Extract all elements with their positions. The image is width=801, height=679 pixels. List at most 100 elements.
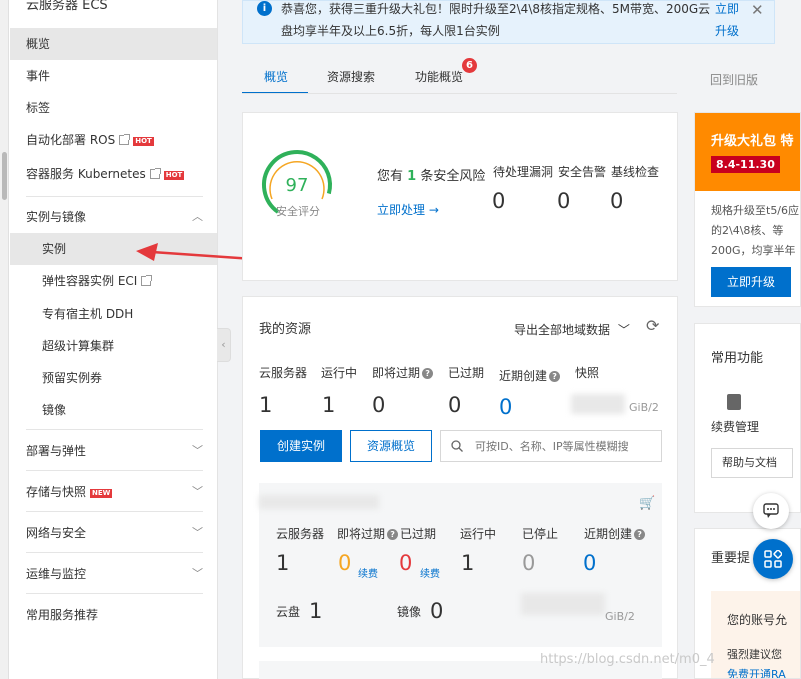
alert-value[interactable]: 0 [557,189,570,213]
sidebar-scrollbar[interactable] [0,0,9,679]
region-stopped-value[interactable]: 0 [522,551,535,575]
sidebar-item-reserved[interactable]: 预留实例券 [10,362,217,394]
promo-upgrade-button[interactable]: 立即升级 [711,267,791,297]
sidebar-item-overview[interactable]: 概览 [10,28,217,60]
security-score: 97 [285,175,309,196]
export-dropdown[interactable]: 导出全部地域数据 ﹀ [514,321,630,338]
sidebar-group-label: 实例与镜像 [26,210,87,224]
sidebar-item-scc[interactable]: 超级计算集群 [10,330,217,362]
tab-feature-overview[interactable]: 功能概览 [415,60,463,94]
region-disk-value[interactable]: 1 [309,599,322,623]
sidebar-item-ddh[interactable]: 专有宿主机 DDH [10,298,217,330]
res-running-value[interactable]: 1 [322,393,335,417]
help-icon[interactable]: ? [422,368,434,379]
search-input[interactable] [475,437,659,455]
sidebar-title: 云服务器 ECS [26,0,108,13]
security-score-label: 安全评分 [276,205,320,218]
apps-button[interactable] [753,539,793,579]
label-text: 即将过期 [372,366,421,380]
res-expiring-value[interactable]: 0 [372,393,385,417]
chat-button[interactable] [753,493,789,529]
label-text: 近期创建 [584,527,633,541]
blurred-value [521,593,605,615]
renew-link[interactable]: 续费 [420,565,440,580]
promo-card: 升级大礼包 特 8.4-11.30 规格升级至t5/6应的2\4\8核、等200… [694,112,801,307]
divider [26,196,203,197]
sidebar-collapse-handle[interactable]: ‹ [217,328,231,362]
help-icon[interactable]: ? [549,371,561,382]
region-recent-value[interactable]: 0 [583,551,596,575]
refresh-icon[interactable]: ⟳ [646,316,659,335]
tab-resource-search[interactable]: 资源搜索 [327,60,375,94]
reminder-line2: 强烈建议您 [727,648,782,661]
vuln-value[interactable]: 0 [492,189,505,213]
baseline-value[interactable]: 0 [610,189,623,213]
blurred-value [571,394,625,414]
res-expired-label: 已过期 [448,366,485,380]
close-icon[interactable]: ✕ [751,1,764,19]
region-image-value[interactable]: 0 [430,599,443,623]
chevron-down-icon: ﹀ [192,526,203,539]
sidebar-group-deploy[interactable]: 部署与弹性 ﹀ [10,435,217,467]
res-ecs-value[interactable]: 1 [259,393,272,417]
sidebar-item-label: 概览 [26,37,51,51]
sidebar-item-events[interactable]: 事件 [10,60,217,92]
search-box[interactable] [440,430,662,462]
sidebar-group-label: 运维与监控 [26,567,87,581]
create-instance-button[interactable]: 创建实例 [260,430,342,462]
watermark: https://blog.csdn.net/m0_4 [540,652,715,667]
res-ecs-label: 云服务器 [259,366,308,380]
handle-now-link[interactable]: 立即处理 → [377,201,439,218]
help-icon[interactable]: ? [387,529,399,540]
baseline-label: 基线检查 [611,165,660,179]
sidebar-group-recommended[interactable]: 常用服务推荐 [10,599,217,631]
sidebar-item-label: 自动化部署 ROS [26,133,116,147]
tab-badge: 6 [462,58,477,73]
sidebar-group-storage[interactable]: 存储与快照 NEW ﹀ [10,476,217,508]
tab-overview[interactable]: 概览 [264,60,288,94]
sidebar-group-ops[interactable]: 运维与监控 ﹀ [10,558,217,590]
resource-overview-button[interactable]: 资源概览 [350,430,432,462]
common-title: 常用功能 [711,351,764,366]
sidebar-group-label: 存储与快照 [26,485,87,499]
renew-management-link[interactable]: 续费管理 [711,418,759,435]
region-running-value[interactable]: 1 [461,551,474,575]
renew-doc-icon [727,394,741,410]
cart-icon[interactable]: 🛒 [639,496,655,511]
sidebar-group-network[interactable]: 网络与安全 ﹀ [10,517,217,549]
sidebar-item-label: 预留实例券 [42,371,103,385]
promo-header: 升级大礼包 特 8.4-11.30 [695,113,800,191]
res-expired-value[interactable]: 0 [448,393,461,417]
region-ecs-label: 云服务器 [276,527,325,541]
promo-notice: i 恭喜您，获得三重升级大礼包！限时升级至2\4\8核指定规格、5M带宽、200… [242,0,775,44]
region-recent-label: 近期创建? [584,525,646,542]
scrollbar-thumb[interactable] [2,152,7,200]
reminder-line3[interactable]: 免费开通RA [727,666,786,678]
sidebar-item-tags[interactable]: 标签 [10,92,217,124]
renew-link[interactable]: 续费 [358,565,378,580]
sidebar-item-kubernetes[interactable]: 容器服务 Kubernetes HOT [10,158,217,190]
risk-prefix: 您有 [377,169,404,184]
help-icon[interactable]: ? [634,529,646,540]
sidebar-group-instances[interactable]: 实例与镜像 ︿ [10,201,217,233]
res-recent-label: 近期创建? [499,367,561,384]
help-docs-button[interactable]: 帮助与文档 [711,448,793,478]
divider [26,429,203,430]
region-stopped-label: 已停止 [522,527,559,541]
sidebar: 云服务器 ECS 概览 事件 标签 自动化部署 ROS HOT 容器服务 Kube… [0,0,218,679]
security-risk-text: 您有 1 条安全风险 [377,165,485,184]
region-expired-value[interactable]: 0 [399,551,412,575]
notice-upgrade-link[interactable]: 立即升级 [715,0,745,42]
label-text: 近期创建 [499,369,548,383]
res-recent-value[interactable]: 0 [499,395,512,419]
promo-date: 8.4-11.30 [711,156,780,173]
notice-text: 恭喜您，获得三重升级大礼包！限时升级至2\4\8核指定规格、5M带宽、200G云… [281,2,711,38]
res-expiring-label: 即将过期? [372,364,434,381]
region-expired-label: 已过期 [400,527,437,541]
region-expiring-value[interactable]: 0 [338,551,351,575]
region-expiring-label: 即将过期? [337,525,399,542]
region-ecs-value[interactable]: 1 [276,551,289,575]
back-to-old-version-link[interactable]: 回到旧版 [710,71,758,88]
sidebar-item-ros[interactable]: 自动化部署 ROS HOT [10,124,217,156]
sidebar-item-images[interactable]: 镜像 [10,394,217,426]
